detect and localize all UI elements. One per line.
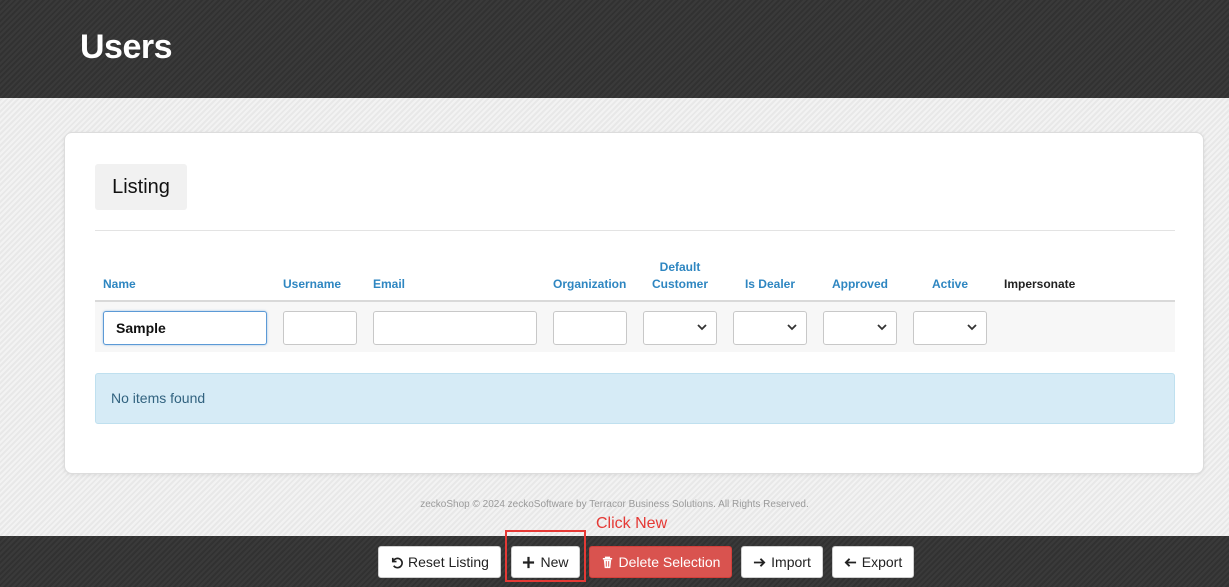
chevron-down-icon (877, 324, 887, 331)
column-header-default-customer[interactable]: Default Customer (643, 259, 717, 293)
listing-card: Listing Name Username Email Organization… (64, 132, 1204, 474)
arrow-right-icon (754, 557, 766, 567)
chevron-down-icon (697, 324, 707, 331)
column-header-is-dealer[interactable]: Is Dealer (733, 276, 807, 293)
undo-icon (391, 557, 403, 568)
no-items-alert: No items found (95, 373, 1175, 424)
top-header-bar: Users (0, 0, 1229, 98)
column-header-impersonate: Impersonate (1004, 277, 1076, 291)
chevron-down-icon (967, 324, 977, 331)
column-header-email[interactable]: Email (373, 276, 405, 293)
column-header-active[interactable]: Active (913, 276, 987, 293)
approved-filter-select[interactable] (823, 311, 897, 345)
page-title: Users (80, 28, 173, 66)
username-filter-input[interactable] (283, 311, 357, 345)
new-button-highlight (505, 530, 586, 582)
column-header-username[interactable]: Username (283, 276, 341, 293)
column-header-approved[interactable]: Approved (823, 276, 897, 293)
import-label: Import (771, 554, 811, 570)
listing-title: Listing (95, 164, 187, 210)
chevron-down-icon (787, 324, 797, 331)
default-customer-filter-select[interactable] (643, 311, 717, 345)
export-label: Export (861, 554, 903, 570)
reset-listing-button[interactable]: Reset Listing (378, 546, 501, 578)
delete-selection-label: Delete Selection (618, 554, 721, 570)
active-filter-select[interactable] (913, 311, 987, 345)
footer-copyright: zeckoShop © 2024 zeckoSoftware by Terrac… (420, 499, 809, 510)
name-filter-input[interactable] (103, 311, 267, 345)
is-dealer-filter-select[interactable] (733, 311, 807, 345)
card-divider (95, 230, 1175, 231)
organization-filter-input[interactable] (553, 311, 627, 345)
instruction-annotation: Click New (596, 515, 668, 532)
export-button[interactable]: Export (832, 546, 914, 578)
import-button[interactable]: Import (741, 546, 823, 578)
delete-selection-button[interactable]: Delete Selection (589, 546, 732, 578)
arrow-left-icon (844, 557, 856, 567)
column-header-name[interactable]: Name (103, 276, 136, 293)
trash-icon (602, 556, 612, 568)
email-filter-input[interactable] (373, 311, 537, 345)
column-header-organization[interactable]: Organization (553, 276, 626, 293)
reset-listing-label: Reset Listing (408, 554, 489, 570)
